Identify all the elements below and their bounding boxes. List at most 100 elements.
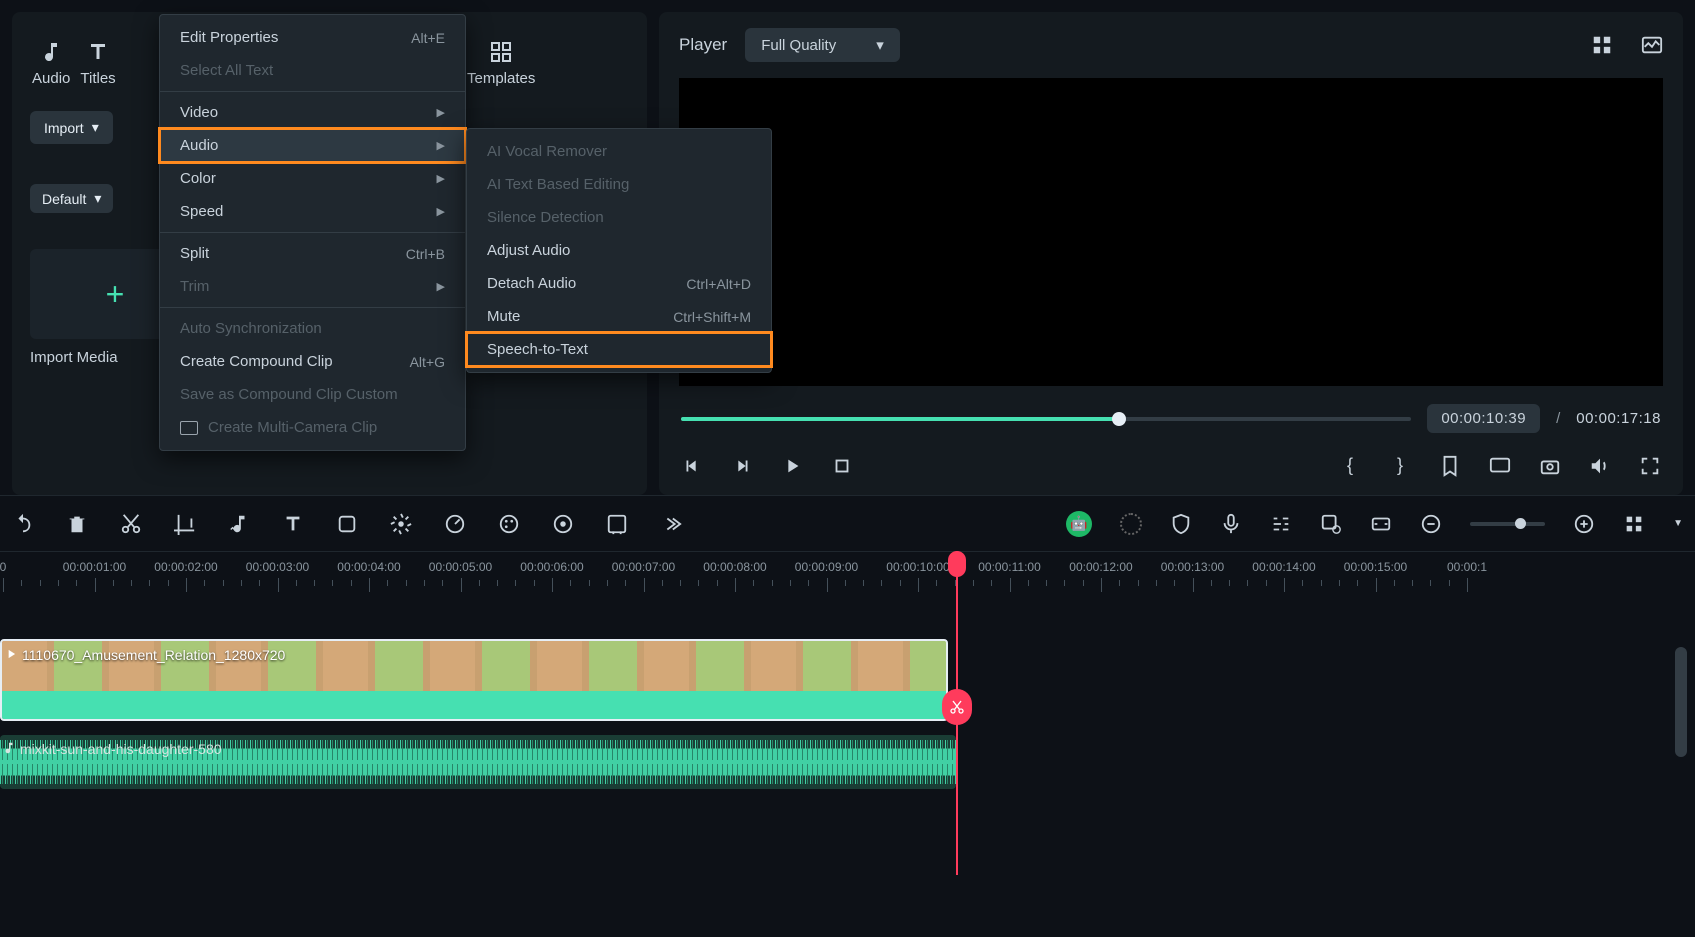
tab-audio-label: Audio: [32, 70, 70, 87]
cut-badge[interactable]: [942, 689, 972, 725]
menu-video[interactable]: Video ▶: [160, 96, 465, 129]
progress-slider[interactable]: [681, 417, 1411, 421]
timeline-toolbar: 🤖 ▼: [0, 495, 1695, 551]
cut-icon[interactable]: [120, 513, 142, 535]
ai-assistant-icon[interactable]: 🤖: [1066, 511, 1092, 537]
track-dropdown-icon[interactable]: ▼: [1673, 518, 1683, 529]
chevron-down-icon: ▾: [876, 36, 884, 54]
effects-icon[interactable]: [390, 513, 412, 535]
player-label: Player: [679, 35, 727, 55]
tab-audio[interactable]: Audio: [32, 40, 70, 87]
submenu-mute[interactable]: Mute Ctrl+Shift+M: [467, 300, 771, 333]
import-button[interactable]: Import ▾: [30, 111, 113, 144]
tab-templates[interactable]: Templates: [467, 40, 535, 87]
menu-select-all-text: Select All Text: [160, 54, 465, 87]
progress-thumb[interactable]: [1112, 412, 1126, 426]
ruler-label: 00:00:05:00: [429, 560, 492, 574]
snapshot-icon[interactable]: [1539, 455, 1561, 477]
grid-view-icon[interactable]: [1591, 34, 1613, 56]
current-time: 00:00:10:39: [1427, 404, 1540, 433]
video-clip[interactable]: 1110670_Amusement_Relation_1280x720: [0, 639, 948, 721]
track-options-icon[interactable]: [1623, 513, 1645, 535]
video-clip-icon: [4, 647, 18, 661]
timeline-ruler[interactable]: 000:00:01:0000:00:02:0000:00:03:0000:00:…: [0, 551, 1695, 595]
mark-in-icon[interactable]: {: [1339, 455, 1361, 477]
ruler-label: 00:00:12:00: [1069, 560, 1132, 574]
keyframe-icon[interactable]: [336, 513, 358, 535]
play-icon[interactable]: [781, 455, 803, 477]
plus-icon: +: [106, 276, 125, 313]
submenu-detach-audio[interactable]: Detach Audio Ctrl+Alt+D: [467, 267, 771, 300]
audio-clip-label: mixkit-sun-and-his-daughter-580: [20, 741, 222, 757]
ruler-label: 00:00:07:00: [612, 560, 675, 574]
audio-clip-icon: [2, 741, 16, 755]
mic-icon[interactable]: [1220, 513, 1242, 535]
volume-icon[interactable]: [1589, 455, 1611, 477]
marker-dropdown-icon[interactable]: [1439, 455, 1461, 477]
fit-icon[interactable]: [1370, 513, 1392, 535]
menu-audio[interactable]: Audio ▶: [160, 129, 465, 162]
timeline-scrollbar[interactable]: [1675, 647, 1687, 757]
tab-titles[interactable]: Titles: [80, 40, 115, 87]
ruler-label: 00:00:04:00: [337, 560, 400, 574]
scopes-icon[interactable]: [1641, 34, 1663, 56]
speed-icon[interactable]: [444, 513, 466, 535]
text-icon: [86, 40, 110, 64]
chevron-right-icon: ▶: [437, 205, 445, 218]
ruler-label: 00:00:15:00: [1344, 560, 1407, 574]
ai-tool-icon[interactable]: [552, 513, 574, 535]
playhead-head[interactable]: [948, 551, 966, 577]
menu-save-compound: Save as Compound Clip Custom: [160, 378, 465, 411]
render-icon[interactable]: [1120, 513, 1142, 535]
audio-clip[interactable]: mixkit-sun-and-his-daughter-580: [0, 735, 956, 789]
ruler-label: 00:00:11:00: [978, 560, 1041, 574]
menu-create-compound[interactable]: Create Compound Clip Alt+G: [160, 345, 465, 378]
green-screen-icon[interactable]: [606, 513, 628, 535]
crop-icon[interactable]: [174, 513, 196, 535]
zoom-out-icon[interactable]: [1420, 513, 1442, 535]
ruler-label: 00:00:10:00: [886, 560, 949, 574]
next-frame-icon[interactable]: [731, 455, 753, 477]
ruler-label: 00:00:08:00: [703, 560, 766, 574]
templates-icon: [489, 40, 513, 64]
display-icon[interactable]: [1489, 455, 1511, 477]
shield-icon[interactable]: [1170, 513, 1192, 535]
undo-icon[interactable]: [12, 513, 34, 535]
tab-titles-label: Titles: [80, 70, 115, 87]
camera-icon: [180, 421, 198, 435]
menu-edit-properties[interactable]: Edit Properties Alt+E: [160, 21, 465, 54]
menu-split[interactable]: Split Ctrl+B: [160, 237, 465, 270]
more-tools-icon[interactable]: [660, 513, 682, 535]
delete-icon[interactable]: [66, 513, 88, 535]
ruler-label: 00:00:09:00: [795, 560, 858, 574]
chevron-right-icon: ▶: [437, 106, 445, 119]
default-sort-button[interactable]: Default ▾: [30, 184, 113, 213]
zoom-thumb[interactable]: [1515, 518, 1526, 529]
menu-trim: Trim ▶: [160, 270, 465, 303]
mark-out-icon[interactable]: }: [1389, 455, 1411, 477]
menu-auto-sync: Auto Synchronization: [160, 312, 465, 345]
mixer-icon[interactable]: [1270, 513, 1292, 535]
music-beat-icon[interactable]: [228, 513, 250, 535]
submenu-speech-to-text[interactable]: Speech-to-Text: [467, 333, 771, 366]
color-icon[interactable]: [498, 513, 520, 535]
zoom-slider[interactable]: [1470, 522, 1545, 526]
quality-select[interactable]: Full Quality ▾: [745, 28, 900, 62]
zoom-in-icon[interactable]: [1573, 513, 1595, 535]
text-tool-icon[interactable]: [282, 513, 304, 535]
stop-icon[interactable]: [831, 455, 853, 477]
marker-add-icon[interactable]: [1320, 513, 1342, 535]
submenu-vocal-remover: AI Vocal Remover: [467, 135, 771, 168]
ruler-label: 00:00:03:00: [246, 560, 309, 574]
prev-frame-icon[interactable]: [681, 455, 703, 477]
menu-multi-camera: Create Multi-Camera Clip: [160, 411, 465, 444]
menu-separator: [160, 307, 465, 308]
tracks-area: 1110670_Amusement_Relation_1280x720 mixk…: [0, 595, 1695, 875]
menu-speed[interactable]: Speed ▶: [160, 195, 465, 228]
fullscreen-icon[interactable]: [1639, 455, 1661, 477]
video-preview[interactable]: [679, 78, 1663, 386]
menu-color[interactable]: Color ▶: [160, 162, 465, 195]
submenu-adjust-audio[interactable]: Adjust Audio: [467, 234, 771, 267]
chevron-down-icon: ▾: [92, 119, 99, 136]
total-time: 00:00:17:18: [1576, 410, 1661, 427]
